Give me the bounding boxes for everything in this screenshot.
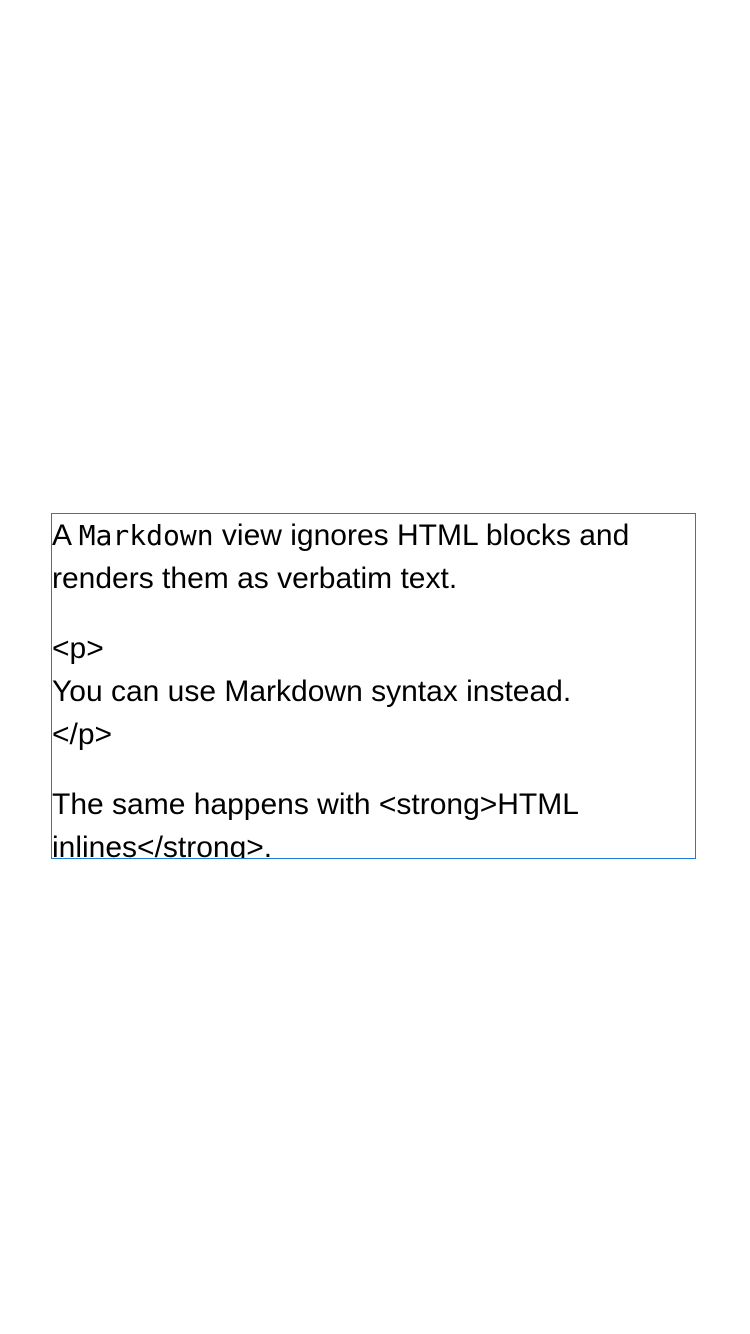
html-inlines-paragraph: The same happens with <strong>HTML inlin… [52,788,587,859]
intro-paragraph: A Markdown view ignores HTML blocks and … [52,514,695,600]
inline-code-markdown: Markdown [78,519,214,552]
html-block: <p> You can use Markdown syntax instead.… [52,627,695,756]
screen: { "markdown": { "para1": { "prefix": "A … [0,0,750,1334]
html-open-tag: <p> [52,632,104,665]
html-close-tag: </p> [52,718,113,751]
markdown-view: A Markdown view ignores HTML blocks and … [51,513,696,859]
intro-prefix: A [52,519,79,552]
html-block-body: You can use Markdown syntax instead. [52,675,572,708]
